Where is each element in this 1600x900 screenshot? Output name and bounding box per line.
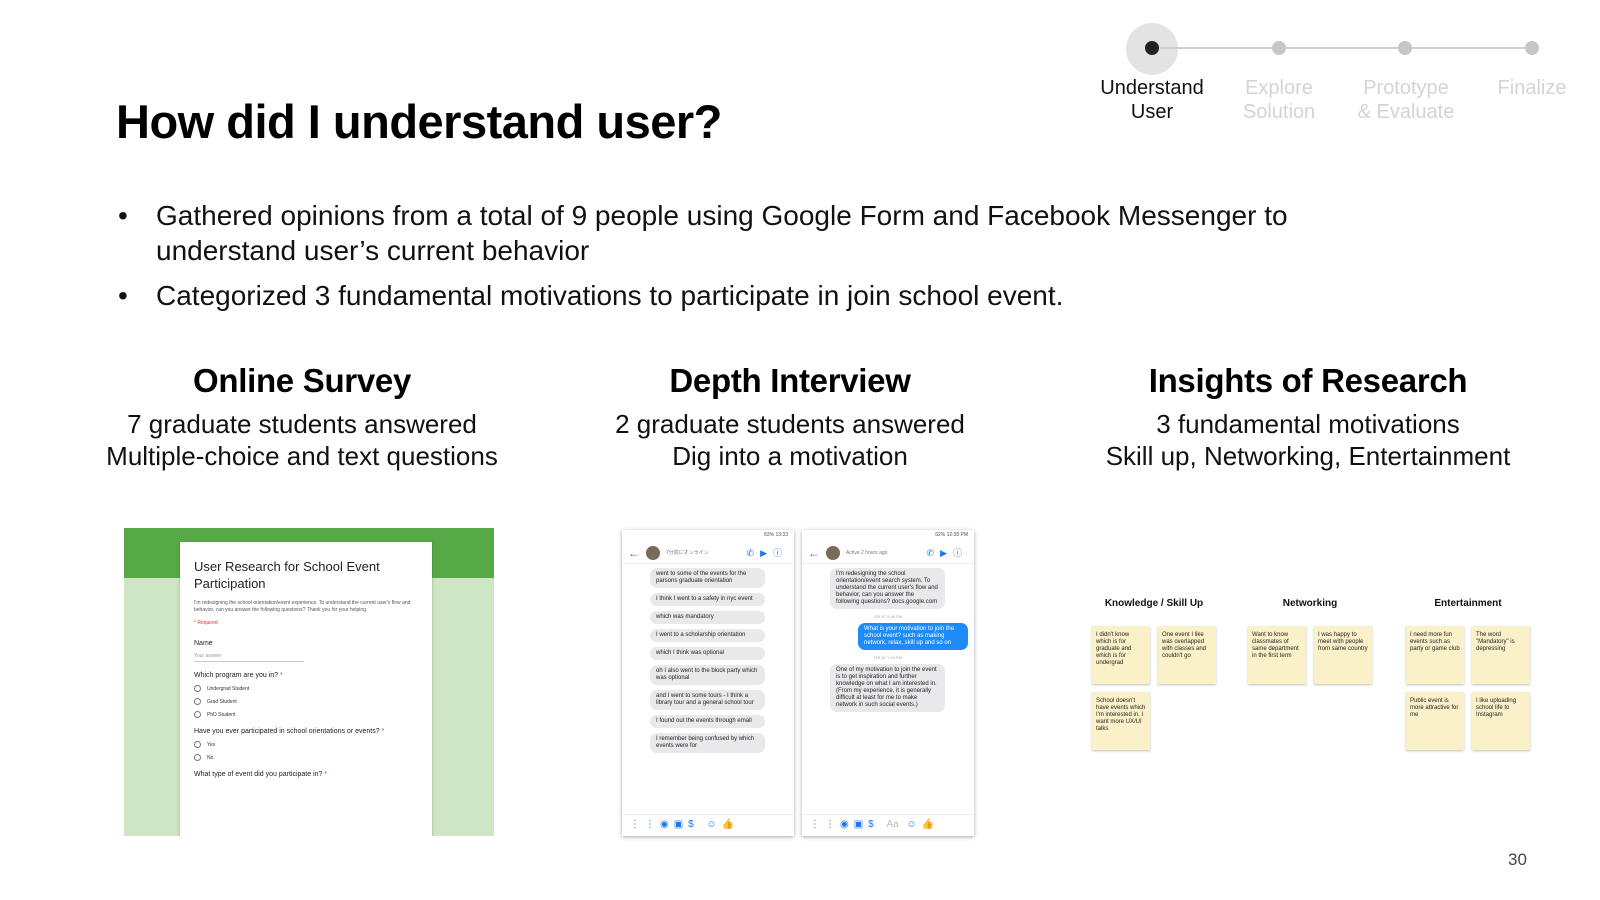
bullet-item: Gathered opinions from a total of 9 peop…: [116, 198, 1416, 268]
chat-compose-bar: ⋮⋮◉▣$ Aa ☺👍: [802, 814, 974, 836]
status-bar: 62% 12:38 PM: [935, 532, 968, 538]
back-arrow-icon: ←: [628, 545, 640, 560]
column-line: Skill up, Networking, Entertainment: [1105, 441, 1511, 471]
step-dot-prototype: [1398, 41, 1412, 55]
form-required-note: * Required: [194, 620, 218, 626]
page-number: 30: [1508, 850, 1527, 869]
chat-message: which I think was optional: [650, 647, 765, 660]
column-depth-interview: Depth Interview 2 graduate students answ…: [570, 362, 1010, 472]
message-timestamp: FRI AT 7:04 PM: [873, 655, 903, 660]
sticky-note: One event I like was overlapped with cla…: [1158, 626, 1216, 684]
insight-group-title: Networking: [1282, 598, 1338, 609]
column-insights: Insights of Research 3 fundamental motiv…: [1088, 362, 1528, 472]
insight-group-skill-up: Knowledge / Skill Up: [1090, 598, 1218, 615]
step-dot-finalize: [1525, 41, 1539, 55]
sticky-note: Public event is more attractive for me: [1406, 692, 1464, 750]
insight-group-title: Entertainment: [1434, 598, 1502, 609]
sticky-note: I need more fun events such as party or …: [1406, 626, 1464, 684]
chat-message: which was mandatory: [650, 611, 765, 624]
chat-header: ← Active 2 hours ago ✆▶ⓘ: [802, 542, 974, 564]
step-dot-understand: [1145, 41, 1159, 55]
sticky-note: The word "Mandatory" is depressing: [1472, 626, 1530, 684]
message-timestamp: FRI AT 5:48 PM: [873, 614, 903, 619]
column-line: 3 fundamental motivations: [1156, 409, 1460, 439]
column-heading: Depth Interview: [669, 362, 911, 399]
sticky-note: Want to know classmates of same departme…: [1248, 626, 1306, 684]
column-heading: Insights of Research: [1148, 362, 1468, 399]
chat-message: I remember being confused by which event…: [650, 733, 765, 753]
column-line: Multiple-choice and text questions: [106, 441, 498, 471]
insight-group-title: Knowledge / Skill Up: [1104, 598, 1204, 609]
chat-messages: I'm redesigning the school orientation/e…: [802, 564, 974, 814]
sticky-note: I like uploading school life to Instagra…: [1472, 692, 1530, 750]
messenger-screenshot-2: 62% 12:38 PM ← Active 2 hours ago ✆▶ⓘ I'…: [802, 530, 974, 836]
column-line: Dig into a motivation: [672, 441, 908, 471]
call-video-info-icons: ✆▶ⓘ: [926, 548, 968, 558]
column-heading: Online Survey: [192, 362, 411, 399]
form-option: Undergrad Student: [194, 685, 418, 692]
sticky-note: I was happy to meet with people from sam…: [1314, 626, 1372, 684]
chat-compose-bar: ⋮⋮◉▣$ ☺👍: [622, 814, 794, 836]
radio-icon: [194, 754, 201, 761]
messenger-screenshot-1: 83% 13:33 ← 7分前にオンライン ✆▶ⓘ went to some o…: [622, 530, 794, 836]
presence-text: 7分前にオンライン: [666, 550, 709, 556]
chat-message: What is your motivation to join the scho…: [858, 623, 968, 650]
step-label-explore: Explore Solution: [1242, 77, 1316, 123]
bullet-item: Categorized 3 fundamental motivations to…: [116, 278, 1416, 313]
avatar: [646, 545, 660, 560]
chat-header: ← 7分前にオンライン ✆▶ⓘ: [622, 542, 794, 564]
column-line: 7 graduate students answered: [127, 409, 477, 439]
chat-message: One of my motivation to join the event i…: [830, 664, 945, 712]
chat-message: I'm redesigning the school orientation/e…: [830, 568, 945, 609]
sticky-note: School doesn't have events which I'm int…: [1092, 692, 1150, 750]
column-online-survey: Online Survey 7 graduate students answer…: [82, 362, 522, 472]
chat-message: I went to a scholarship orientation: [650, 629, 765, 642]
stepper-line: [1152, 47, 1538, 49]
chat-message: oh I also went to the block party which …: [650, 665, 765, 685]
back-arrow-icon: ←: [808, 545, 820, 560]
radio-icon: [194, 685, 201, 692]
form-question-program: Which program are you in? *: [194, 672, 283, 679]
chat-message: I think I went to a safety in nyc event: [650, 593, 765, 606]
progress-stepper: Understand User Explore Solution Prototype…: [1080, 20, 1600, 130]
form-question-name: Name: [194, 640, 213, 647]
column-line: 2 graduate students answered: [615, 409, 965, 439]
chat-message: I found out the events through email: [650, 715, 765, 728]
form-answer-field: Your answer: [194, 653, 304, 662]
radio-icon: [194, 741, 201, 748]
form-title: User Research for School Event Participa…: [194, 559, 380, 591]
page-title: How did I understand user?: [116, 95, 722, 148]
form-description: I'm redesigning the school orientation/e…: [194, 600, 411, 613]
status-bar: 83% 13:33: [764, 532, 788, 538]
step-label-understand: Understand User: [1100, 77, 1204, 123]
step-label-finalize: Finalize: [1497, 77, 1567, 99]
form-card: User Research for School Event Participa…: [180, 542, 432, 836]
google-form-screenshot: User Research for School Event Participa…: [124, 528, 494, 836]
avatar: [826, 545, 840, 560]
step-label-prototype: Prototype & Evaluate: [1357, 77, 1455, 123]
form-option: Yes: [194, 741, 418, 748]
chat-message: went to some of the events for the parso…: [650, 568, 765, 588]
form-question-type: What type of event did you participate i…: [194, 771, 328, 778]
bullet-list: Gathered opinions from a total of 9 peop…: [116, 198, 1416, 323]
insight-group-entertainment: Entertainment: [1404, 598, 1532, 615]
form-option: PhD Student: [194, 711, 418, 718]
radio-icon: [194, 698, 201, 705]
chat-message: and I went to some tours - I think a lib…: [650, 690, 765, 710]
chat-messages: went to some of the events for the parso…: [622, 564, 794, 814]
form-question-participated: Have you ever participated in school ori…: [194, 728, 385, 735]
sticky-note: I didn't know which is for graduate and …: [1092, 626, 1150, 684]
form-option: No: [194, 754, 418, 761]
radio-icon: [194, 711, 201, 718]
form-option: Grad Student: [194, 698, 418, 705]
call-video-info-icons: ✆▶ⓘ: [746, 548, 788, 558]
step-dot-explore: [1272, 41, 1286, 55]
insight-group-networking: Networking: [1246, 598, 1374, 615]
presence-text: Active 2 hours ago: [846, 549, 888, 556]
